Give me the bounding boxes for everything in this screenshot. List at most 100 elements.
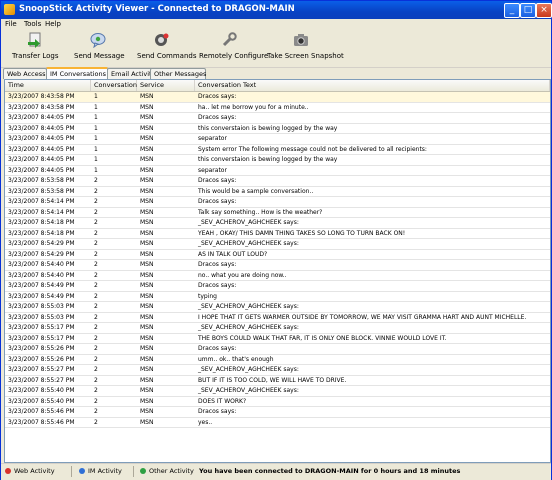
conversation-table[interactable]: Time Conversation Service Conversation T… xyxy=(4,79,551,463)
service-cell: MSN xyxy=(140,334,154,342)
table-row[interactable]: 3/23/2007 8:55:03 PM 2 MSN I HOPE THAT IT G… xyxy=(5,313,550,323)
take-screen-snapshot-button[interactable]: Take Screen Snapshot xyxy=(267,32,344,60)
service-cell: MSN xyxy=(140,376,154,384)
tab-other-messages[interactable]: Other Messages xyxy=(150,68,206,79)
service-cell: MSN xyxy=(140,135,154,142)
conversation-cell: 2 xyxy=(94,177,98,184)
conversation-text-cell: Dracos says: xyxy=(198,345,237,352)
service-cell: MSN xyxy=(140,261,154,268)
table-row[interactable]: 3/23/2007 8:55:40 PM 2 MSN DOES IT WORK? xyxy=(5,397,550,407)
maximize-button[interactable]: □ xyxy=(520,3,536,18)
table-row[interactable]: 3/23/2007 8:53:58 PM 2 MSN Dracos says: xyxy=(5,176,550,187)
service-cell: MSN xyxy=(140,103,154,111)
table-row[interactable]: 3/23/2007 8:55:03 PM 2 MSN _SEV_ACHEROV_AGH… xyxy=(5,302,550,313)
table-row[interactable]: 3/23/2007 8:55:17 PM 2 MSN _SEV_ACHEROV_AGH… xyxy=(5,323,550,334)
tab-email-activity[interactable]: Email Activity xyxy=(107,68,155,79)
table-row[interactable]: 3/23/2007 8:54:29 PM 2 MSN AS IN TALK OUT L… xyxy=(5,250,550,260)
app-logo-icon xyxy=(4,4,15,15)
time-cell: 3/23/2007 8:44:05 PM xyxy=(8,135,75,142)
table-row[interactable]: 3/23/2007 8:43:58 PM 1 MSN Dracos says: xyxy=(5,92,550,103)
column-header-time[interactable]: Time xyxy=(5,80,91,91)
service-cell: MSN xyxy=(140,324,154,331)
table-row[interactable]: 3/23/2007 8:54:14 PM 2 MSN Talk say somethi… xyxy=(5,208,550,218)
table-row[interactable]: 3/23/2007 8:55:40 PM 2 MSN _SEV_ACHEROV_AGH… xyxy=(5,386,550,397)
window-title: SnoopStick Activity Viewer - Connected t… xyxy=(19,4,295,14)
service-cell: MSN xyxy=(140,408,154,415)
conversation-cell: 2 xyxy=(94,397,98,405)
conversation-text-cell: this converstaion is bewing logged by th… xyxy=(198,156,338,163)
menu-file[interactable]: File xyxy=(5,20,17,28)
table-row[interactable]: 3/23/2007 8:54:14 PM 2 MSN Dracos says: xyxy=(5,197,550,208)
table-row[interactable]: 3/23/2007 8:55:27 PM 2 MSN _SEV_ACHEROV_AGH… xyxy=(5,365,550,376)
column-header-service[interactable]: Service xyxy=(137,80,195,91)
time-cell: 3/23/2007 8:55:17 PM xyxy=(8,324,75,331)
status-web-activity-label: Web Activity xyxy=(14,467,55,475)
time-cell: 3/23/2007 8:55:03 PM xyxy=(8,313,75,321)
service-cell: MSN xyxy=(140,397,154,405)
column-header-conversation[interactable]: Conversation xyxy=(91,80,137,91)
close-button[interactable]: × xyxy=(536,3,552,18)
time-cell: 3/23/2007 8:54:49 PM xyxy=(8,282,75,289)
table-row[interactable]: 3/23/2007 8:44:05 PM 1 MSN separator xyxy=(5,166,550,176)
time-cell: 3/23/2007 8:55:17 PM xyxy=(8,334,75,342)
table-row[interactable]: 3/23/2007 8:55:17 PM 2 MSN THE BOYS COULD W… xyxy=(5,334,550,344)
service-cell: MSN xyxy=(140,303,154,310)
camera-icon xyxy=(294,34,308,46)
table-row[interactable]: 3/23/2007 8:44:05 PM 1 MSN this converstaio… xyxy=(5,155,550,166)
table-row[interactable]: 3/23/2007 8:54:18 PM 2 MSN YEAH , OKAY/ THI… xyxy=(5,229,550,239)
conversation-text-cell: This would be a sample conversation.. xyxy=(198,187,314,195)
conversation-text-cell: Talk say something.. How is the weather? xyxy=(198,208,323,216)
tab-web-access[interactable]: Web Access xyxy=(3,68,47,79)
table-row[interactable]: 3/23/2007 8:44:05 PM 1 MSN separator xyxy=(5,134,550,145)
service-cell: MSN xyxy=(140,198,154,205)
status-im-activity: IM Activity xyxy=(79,467,122,475)
table-body: 3/23/2007 8:43:58 PM 1 MSN Dracos says: 3/23… xyxy=(5,92,550,428)
table-row[interactable]: 3/23/2007 8:54:40 PM 2 MSN no.. what you ar… xyxy=(5,271,550,281)
table-row[interactable]: 3/23/2007 8:55:27 PM 2 MSN BUT IF IT IS TOO… xyxy=(5,376,550,386)
table-row[interactable]: 3/23/2007 8:54:18 PM 2 MSN _SEV_ACHEROV_AGH… xyxy=(5,218,550,229)
table-row[interactable]: 3/23/2007 8:55:26 PM 2 MSN Dracos says: xyxy=(5,344,550,355)
table-row[interactable]: 3/23/2007 8:55:46 PM 2 MSN yes.. xyxy=(5,418,550,428)
service-cell: MSN xyxy=(140,418,154,426)
conversation-cell: 2 xyxy=(94,229,98,237)
send-commands-button[interactable]: Send Commands xyxy=(137,32,197,60)
menu-help[interactable]: Help xyxy=(45,20,61,28)
table-row[interactable]: 3/23/2007 8:55:46 PM 2 MSN Dracos says: xyxy=(5,407,550,418)
column-header-conversation-text[interactable]: Conversation Text xyxy=(195,80,550,91)
table-row[interactable]: 3/23/2007 8:44:05 PM 1 MSN System error Th… xyxy=(5,145,550,155)
minimize-button[interactable]: _ xyxy=(504,3,520,18)
send-commands-label: Send Commands xyxy=(137,52,197,60)
conversation-text-cell: Dracos says: xyxy=(198,261,237,268)
transfer-logs-button[interactable]: Transfer Logs xyxy=(12,32,59,60)
menu-tools[interactable]: Tools xyxy=(24,20,41,28)
conversation-text-cell: separator xyxy=(198,166,227,174)
title-bar[interactable]: SnoopStick Activity Viewer - Connected t… xyxy=(1,1,552,19)
table-row[interactable]: 3/23/2007 8:54:49 PM 2 MSN typing xyxy=(5,292,550,302)
conversation-text-cell: I HOPE THAT IT GETS WARMER OUTSIDE BY TO… xyxy=(198,313,527,321)
table-row[interactable]: 3/23/2007 8:44:05 PM 1 MSN Dracos says: xyxy=(5,113,550,124)
service-cell: MSN xyxy=(140,156,154,163)
time-cell: 3/23/2007 8:53:58 PM xyxy=(8,187,75,195)
conversation-cell: 2 xyxy=(94,261,98,268)
service-cell: MSN xyxy=(140,240,154,247)
time-cell: 3/23/2007 8:54:29 PM xyxy=(8,240,75,247)
table-row[interactable]: 3/23/2007 8:43:58 PM 1 MSN ha.. let me borr… xyxy=(5,103,550,113)
toolbar: Transfer Logs Send Message Send Commands xyxy=(1,30,551,68)
conversation-text-cell: _SEV_ACHEROV_AGHCHEEK says: xyxy=(198,240,299,247)
time-cell: 3/23/2007 8:44:05 PM xyxy=(8,166,75,174)
remotely-configure-button[interactable]: Remotely Configure xyxy=(199,32,268,60)
table-row[interactable]: 3/23/2007 8:55:26 PM 2 MSN umm.. ok.. that'… xyxy=(5,355,550,365)
table-row[interactable]: 3/23/2007 8:54:49 PM 2 MSN Dracos says: xyxy=(5,281,550,292)
conversation-cell: 2 xyxy=(94,187,98,195)
conversation-cell: 2 xyxy=(94,271,98,279)
time-cell: 3/23/2007 8:43:58 PM xyxy=(8,103,75,111)
conversation-text-cell: this converstaion is bewing logged by th… xyxy=(198,124,338,132)
table-row[interactable]: 3/23/2007 8:54:40 PM 2 MSN Dracos says: xyxy=(5,260,550,271)
send-message-button[interactable]: Send Message xyxy=(74,32,125,60)
time-cell: 3/23/2007 8:55:40 PM xyxy=(8,387,75,394)
time-cell: 3/23/2007 8:54:49 PM xyxy=(8,292,75,300)
table-row[interactable]: 3/23/2007 8:53:58 PM 2 MSN This would be a … xyxy=(5,187,550,197)
table-row[interactable]: 3/23/2007 8:44:05 PM 1 MSN this converstaio… xyxy=(5,124,550,134)
table-row[interactable]: 3/23/2007 8:54:29 PM 2 MSN _SEV_ACHEROV_AGH… xyxy=(5,239,550,250)
conversation-cell: 2 xyxy=(94,387,98,394)
